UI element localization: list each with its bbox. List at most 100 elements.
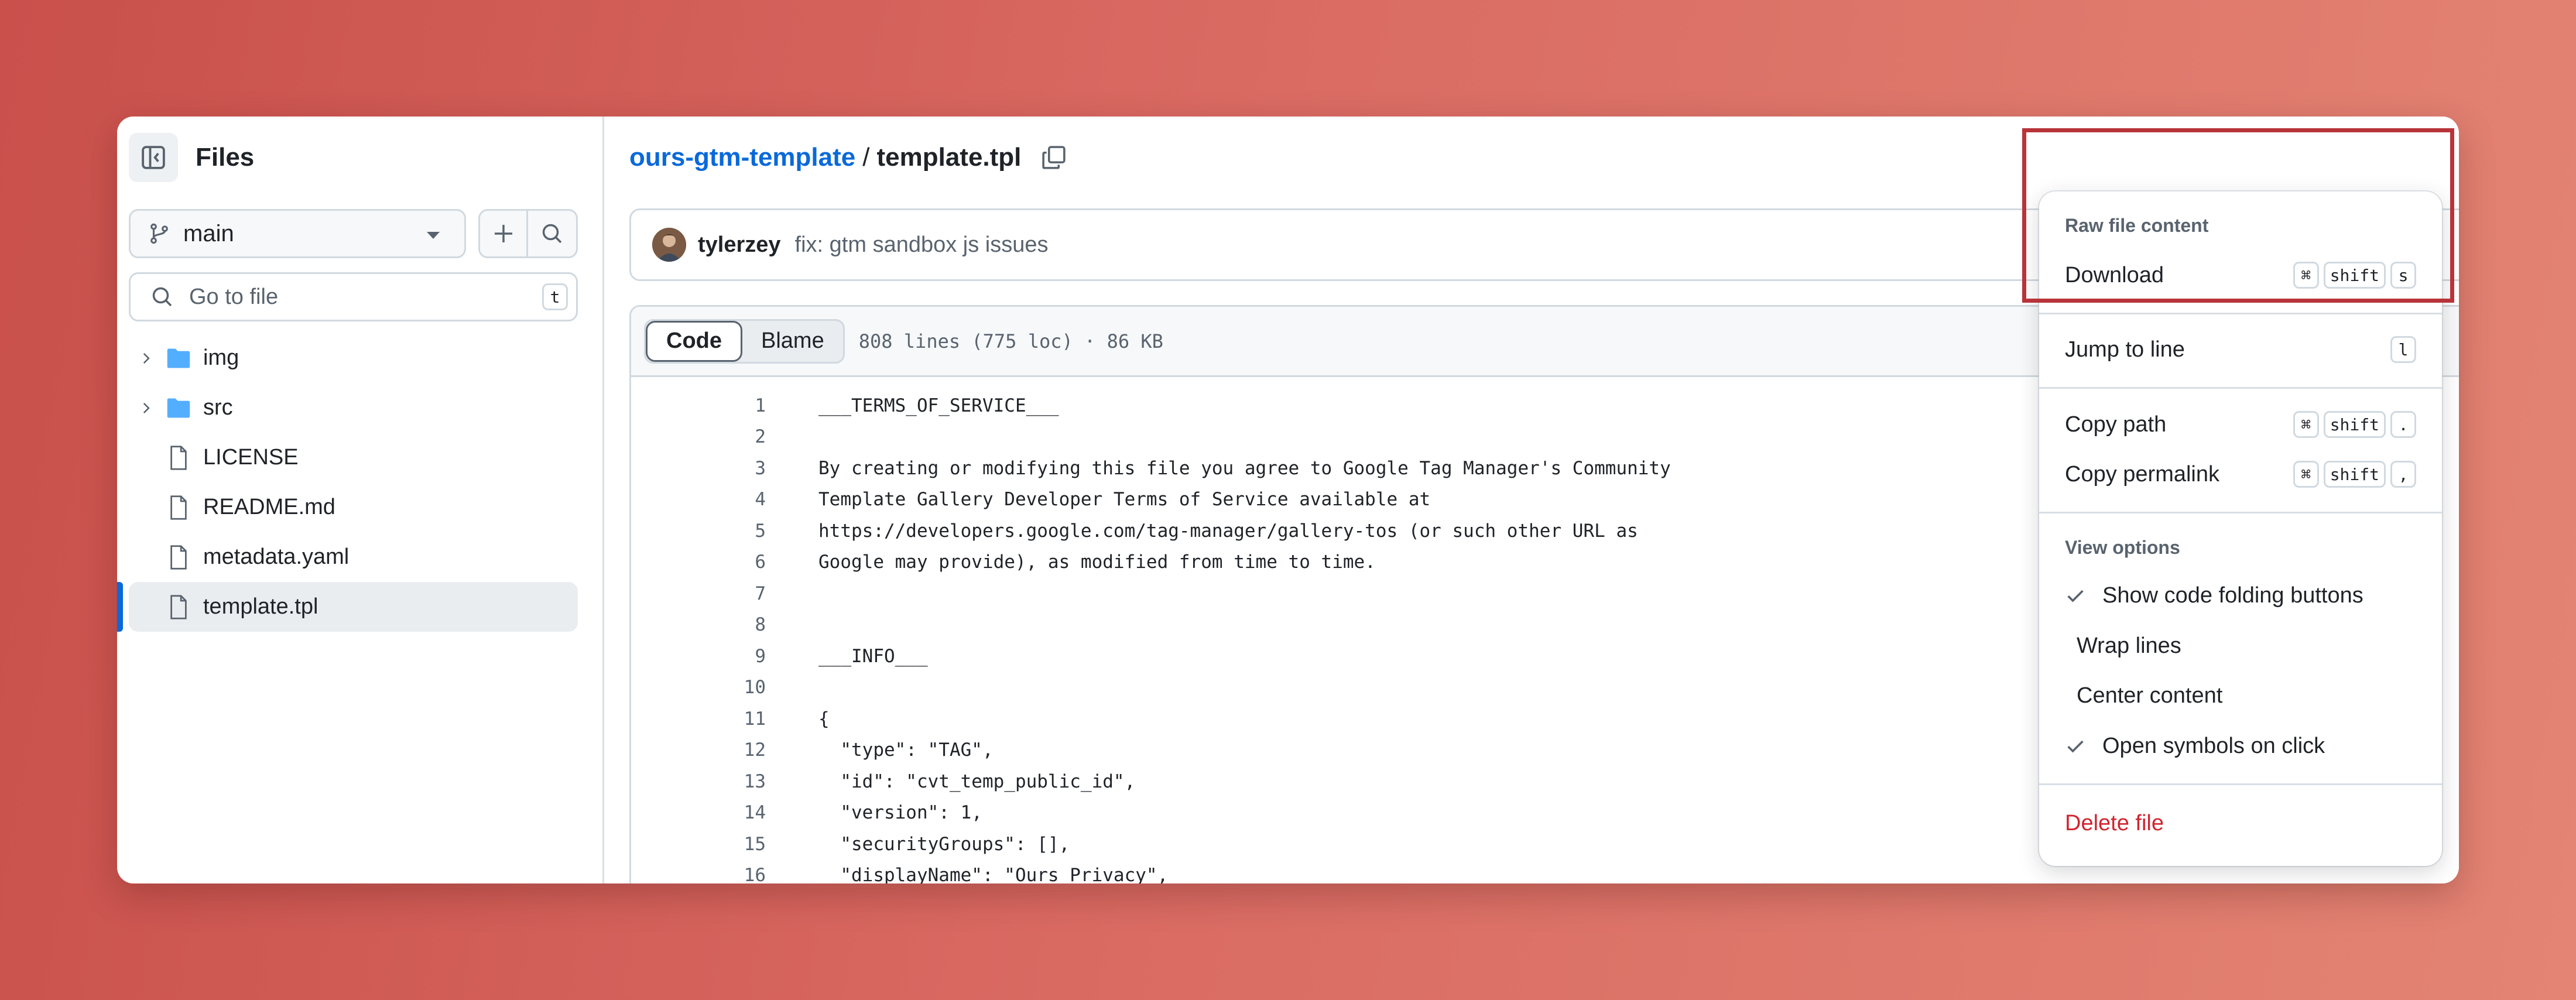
menu-item-label: Wrap lines [2077, 633, 2181, 658]
kbd-key: l [2390, 336, 2416, 363]
line-number[interactable]: 10 [631, 677, 766, 698]
kbd-key: s [2390, 262, 2416, 289]
tree-item-label: src [203, 395, 233, 420]
line-number[interactable]: 8 [631, 614, 766, 635]
tree-item-img[interactable]: img [129, 333, 578, 383]
check-icon [2065, 735, 2086, 756]
menu-item-label: Jump to line [2065, 337, 2185, 362]
breadcrumb-repo-link[interactable]: ours-gtm-template [629, 143, 855, 172]
kbd-key: , [2390, 461, 2416, 488]
tree-item-label: template.tpl [203, 594, 318, 619]
line-number[interactable]: 1 [631, 395, 766, 416]
go-to-file-placeholder: Go to file [189, 284, 279, 309]
commit-message[interactable]: fix: gtm sandbox js issues [795, 232, 1049, 258]
menu-item-open-symbols[interactable]: Open symbols on click [2065, 730, 2416, 762]
git-branch-icon [150, 223, 168, 244]
line-number[interactable]: 5 [631, 520, 766, 542]
menu-item-label: Copy permalink [2065, 461, 2219, 487]
line-number[interactable]: 9 [631, 646, 766, 667]
menu-item-label: Open symbols on click [2102, 733, 2325, 758]
check-icon [2065, 585, 2086, 606]
kbd-cmd: ⌘ [2293, 262, 2319, 289]
kbd-key: . [2390, 411, 2416, 438]
file-icon [165, 444, 192, 471]
file-tree-sidebar: Files main Go to file t img src LICENSE … [117, 117, 604, 883]
copy-path-button[interactable] [1041, 145, 1067, 170]
commit-author[interactable]: tylerzey [698, 232, 781, 258]
menu-divider [2039, 387, 2442, 389]
tree-item-label: LICENSE [203, 445, 299, 470]
avatar[interactable] [652, 228, 686, 262]
line-number[interactable]: 2 [631, 426, 766, 447]
line-number[interactable]: 15 [631, 834, 766, 855]
line-content: "type": "TAG", [818, 739, 994, 761]
branch-name: main [183, 220, 234, 246]
menu-item-label: Delete file [2065, 810, 2164, 835]
line-content: "securityGroups": [], [818, 833, 1070, 855]
kbd-shift: shift [2323, 262, 2386, 289]
sidebar-collapse-icon [142, 146, 165, 169]
file-icon [165, 494, 192, 521]
line-number[interactable]: 12 [631, 739, 766, 761]
menu-item-label: Copy path [2065, 412, 2167, 437]
line-content: { [818, 708, 830, 730]
line-content: https://developers.google.com/tag-manage… [818, 520, 1638, 542]
copy-permalink-shortcut: ⌘ shift , [2293, 461, 2416, 488]
line-number[interactable]: 4 [631, 489, 766, 510]
tab-code[interactable]: Code [646, 320, 742, 362]
menu-item-jump-to-line[interactable]: Jump to line l [2065, 333, 2416, 366]
menu-item-wrap-lines[interactable]: Wrap lines [2065, 629, 2416, 662]
branch-selector[interactable]: main [129, 209, 466, 258]
line-content: Template Gallery Developer Terms of Serv… [818, 489, 1431, 511]
tree-item-metadata[interactable]: metadata.yaml [129, 532, 578, 582]
line-number[interactable]: 13 [631, 771, 766, 792]
line-number[interactable]: 6 [631, 552, 766, 573]
menu-divider [2039, 512, 2442, 513]
download-shortcut: ⌘ shift s [2293, 262, 2416, 289]
chevron-right-icon[interactable] [137, 350, 155, 367]
file-icon [165, 594, 192, 621]
jump-shortcut: l [2390, 336, 2416, 363]
menu-group-raw: Raw file content [2065, 215, 2209, 236]
file-options-menu: Raw file content Download ⌘ shift s Jump… [2039, 191, 2442, 866]
menu-group-view-options: View options [2065, 537, 2180, 558]
tab-blame[interactable]: Blame [742, 321, 843, 362]
breadcrumb-separator: / [862, 143, 870, 172]
breadcrumb: ours-gtm-template / template.tpl [629, 143, 1067, 172]
menu-item-copy-path[interactable]: Copy path ⌘ shift . [2065, 408, 2416, 441]
menu-item-copy-permalink[interactable]: Copy permalink ⌘ shift , [2065, 458, 2416, 491]
line-content: ___TERMS_OF_SERVICE___ [818, 395, 1059, 416]
tree-item-src[interactable]: src [129, 383, 578, 433]
line-number[interactable]: 3 [631, 458, 766, 479]
tree-item-readme[interactable]: README.md [129, 482, 578, 532]
chevron-right-icon[interactable] [137, 399, 155, 417]
tree-item-template[interactable]: template.tpl [117, 582, 578, 632]
menu-item-delete-file[interactable]: Delete file [2065, 807, 2416, 840]
menu-item-show-folding[interactable]: Show code folding buttons [2065, 579, 2416, 612]
line-content: ___INFO___ [818, 645, 928, 667]
folder-icon [165, 395, 192, 422]
menu-item-center-content[interactable]: Center content [2065, 679, 2416, 712]
breadcrumb-file: template.tpl [876, 143, 1022, 172]
line-number[interactable]: 16 [631, 865, 766, 883]
collapse-sidebar-button[interactable] [129, 133, 178, 182]
line-number[interactable]: 11 [631, 708, 766, 730]
add-file-button[interactable] [480, 211, 528, 256]
search-icon [152, 287, 172, 307]
line-content: By creating or modifying this file you a… [818, 457, 1671, 479]
line-number[interactable]: 7 [631, 583, 766, 604]
menu-divider [2039, 783, 2442, 785]
sidebar-title: Files [196, 143, 255, 172]
line-number[interactable]: 14 [631, 802, 766, 823]
search-files-button[interactable] [528, 211, 576, 256]
folder-icon [165, 345, 192, 372]
plus-icon [494, 225, 512, 242]
sidebar-actions [478, 209, 578, 258]
menu-item-label: Show code folding buttons [2102, 583, 2363, 608]
chevron-down-icon [427, 232, 440, 239]
menu-item-download[interactable]: Download ⌘ shift s [2065, 259, 2416, 292]
go-to-file-input[interactable]: Go to file t [129, 272, 578, 321]
tree-item-license[interactable]: LICENSE [129, 433, 578, 482]
file-tree: img src LICENSE README.md metadata.yaml [117, 333, 578, 632]
line-content: "id": "cvt_temp_public_id", [818, 770, 1136, 792]
